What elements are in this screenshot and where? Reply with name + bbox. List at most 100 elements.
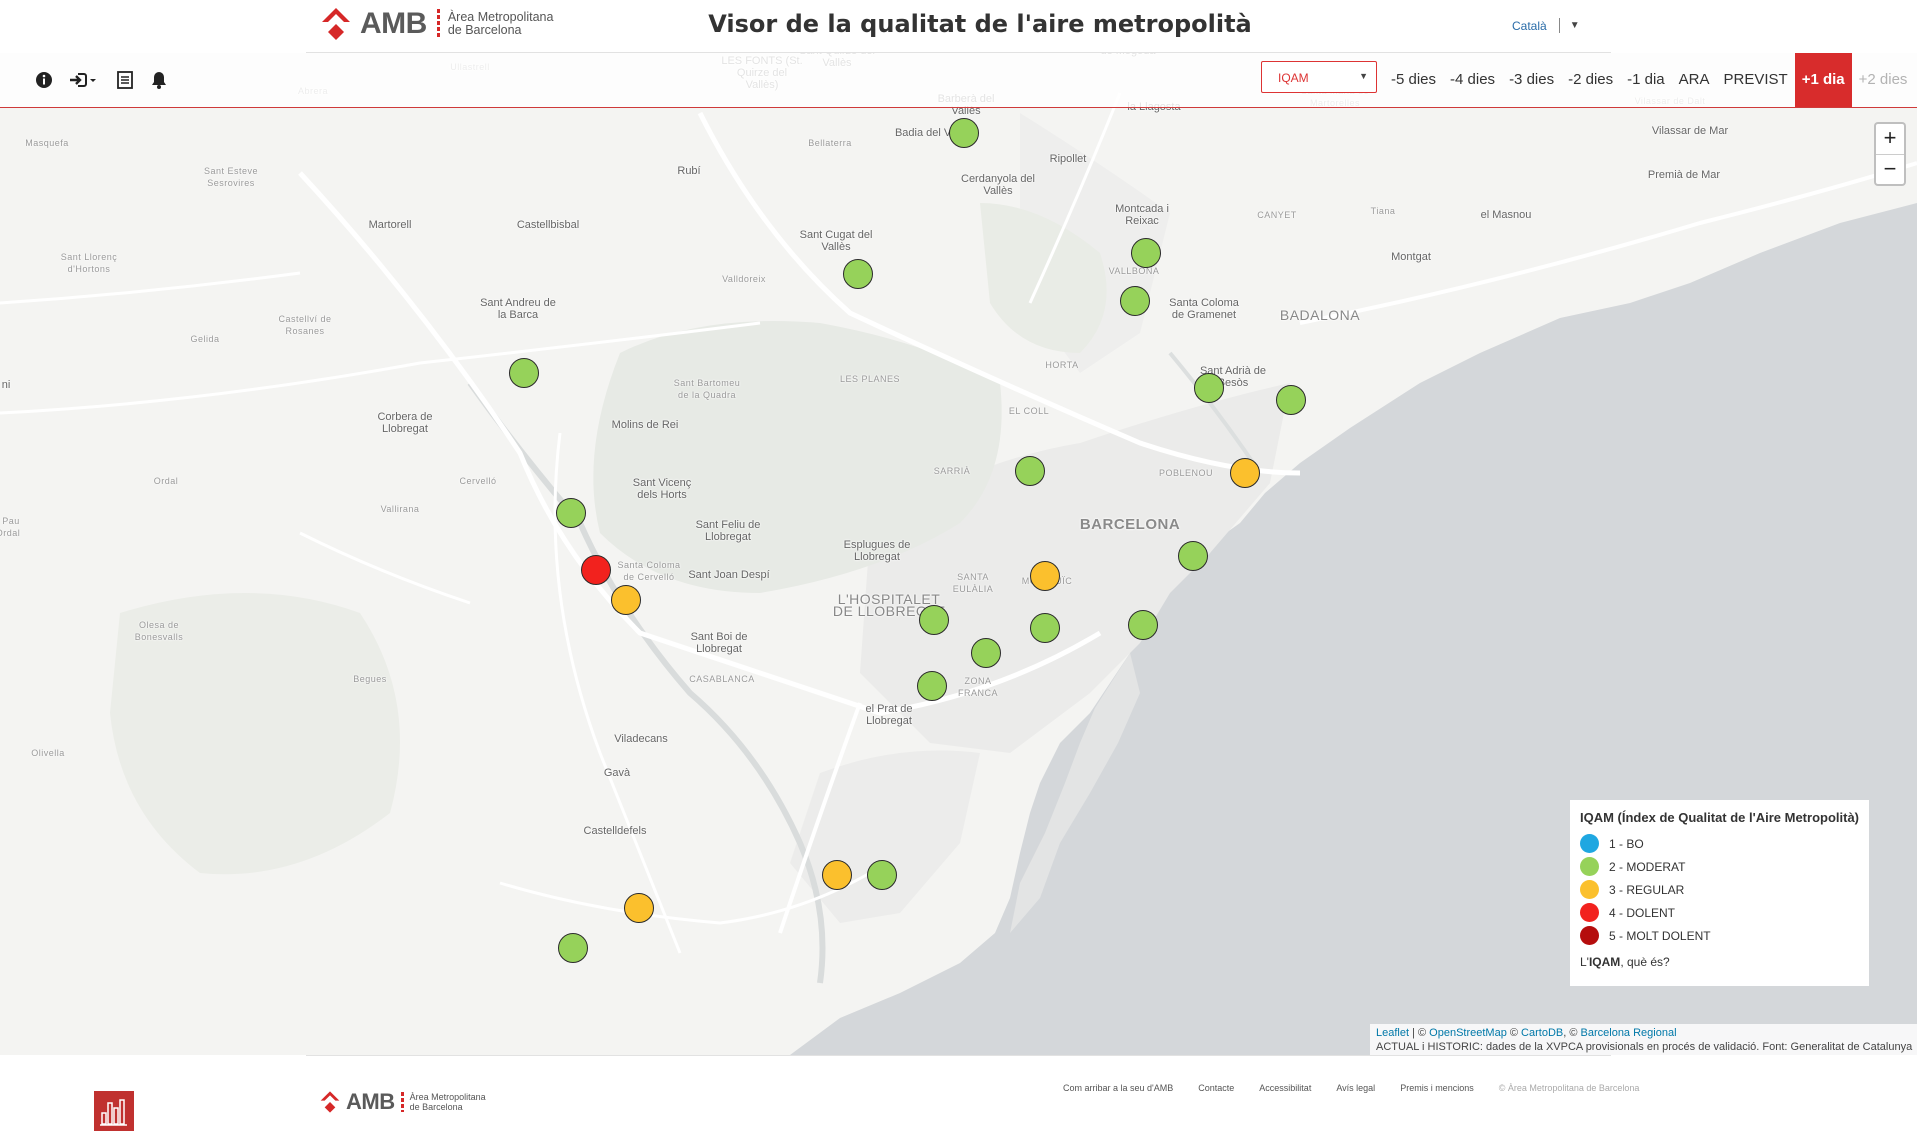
footer-divider [306, 1055, 1611, 1056]
footer-link[interactable]: Premis i mencions [1400, 1083, 1474, 1093]
station-marker[interactable] [843, 259, 873, 289]
legend-label: 2 - MODERAT [1609, 859, 1686, 874]
station-marker[interactable] [1131, 238, 1161, 268]
place-label: HORTA [1045, 360, 1079, 370]
place-label: Begues [353, 674, 387, 684]
login-icon[interactable] [68, 69, 98, 91]
bar-chart-icon[interactable] [94, 1091, 134, 1131]
station-marker[interactable] [1120, 286, 1150, 316]
station-marker[interactable] [624, 893, 654, 923]
footer: AMB Àrea Metropolitana de Barcelona Com … [0, 1055, 1917, 1131]
footer-link[interactable]: Avís legal [1336, 1083, 1375, 1093]
document-icon[interactable] [114, 69, 136, 91]
logo-word: AMB [346, 1089, 395, 1114]
index-select[interactable]: IQAM ▼ [1261, 61, 1377, 93]
footer-link[interactable]: Com arribar a la seu d'AMB [1063, 1083, 1173, 1093]
legend-link-bold: IQAM [1588, 955, 1621, 969]
footer-link[interactable]: Accessibilitat [1259, 1083, 1311, 1093]
place-label: Esplugues de Llobregat [843, 539, 911, 563]
bell-icon[interactable] [148, 69, 170, 91]
amb-logo[interactable]: AMB Àrea Metropolitana de Barcelona [318, 6, 553, 42]
station-marker[interactable] [556, 498, 586, 528]
day-tabs: -5 dies -4 dies -3 dies -2 dies -1 dia ARA PRE… [1384, 53, 1914, 107]
footer-link[interactable]: Contacte [1198, 1083, 1234, 1093]
station-marker[interactable] [1030, 613, 1060, 643]
barcelona-regional-link[interactable]: Barcelona Regional [1581, 1027, 1677, 1039]
station-marker[interactable] [558, 933, 588, 963]
place-label: Montcada i Reixac [1115, 203, 1169, 227]
place-label: Molins de Rei [611, 419, 679, 431]
place-label: Montgat [1391, 251, 1431, 263]
place-label: Vilassar de Mar [1651, 125, 1729, 137]
zoom-in-button[interactable]: + [1876, 124, 1904, 154]
language-label[interactable]: Català [1512, 19, 1547, 33]
station-marker[interactable] [1230, 458, 1260, 488]
day-tab[interactable]: -5 dies [1384, 53, 1443, 107]
legend-item: 1 - BO [1580, 832, 1859, 855]
place-label: Gavà [603, 767, 631, 779]
legend-label: 1 - BO [1609, 836, 1644, 851]
info-icon[interactable] [33, 69, 55, 91]
place-label: Castelldefels [583, 825, 647, 837]
station-marker[interactable] [971, 638, 1001, 668]
place-label: Viladecans [614, 733, 668, 745]
day-tab[interactable]: -4 dies [1443, 53, 1502, 107]
place-label: Tiana [1370, 206, 1396, 216]
openstreetmap-link[interactable]: OpenStreetMap [1429, 1027, 1507, 1039]
station-marker[interactable] [822, 860, 852, 890]
legend-label: 3 - REGULAR [1609, 882, 1685, 897]
legend-link-suffix: , què és? [1620, 955, 1670, 969]
place-label: Cervelló [459, 476, 497, 486]
station-marker[interactable] [1128, 610, 1158, 640]
station-marker[interactable] [949, 118, 979, 148]
station-marker[interactable] [917, 671, 947, 701]
day-tab[interactable]: -3 dies [1502, 53, 1561, 107]
place-label: Sant Boi de Llobregat [690, 631, 748, 655]
station-marker[interactable] [867, 860, 897, 890]
legend-item: 5 - MOLT DOLENT [1580, 924, 1859, 947]
place-label: CASABLANCA [689, 674, 755, 684]
station-marker[interactable] [581, 555, 611, 585]
station-marker[interactable] [1178, 541, 1208, 571]
logo-subtitle: Àrea Metropolitana de Barcelona [448, 11, 554, 37]
station-marker[interactable] [919, 605, 949, 635]
day-tab[interactable]: -1 dia [1620, 53, 1672, 107]
station-marker[interactable] [1030, 561, 1060, 591]
day-tab[interactable]: +1 dia [1794, 53, 1852, 107]
amb-logo-mark-icon [320, 1091, 340, 1113]
place-label: el Prat de Llobregat [865, 703, 913, 727]
iqam-info-link[interactable]: L'IQAM, què és? [1580, 955, 1859, 969]
legend-item: 3 - REGULAR [1580, 878, 1859, 901]
footer-links: Com arribar a la seu d'AMB Contacte Access… [1063, 1083, 1664, 1093]
legend-item: 2 - MODERAT [1580, 855, 1859, 878]
caret-down-icon[interactable]: ▼ [1570, 20, 1580, 31]
station-marker[interactable] [611, 585, 641, 615]
language-selector[interactable]: Català ▼ [1512, 18, 1580, 33]
legend-color-dot [1580, 857, 1599, 876]
station-marker[interactable] [1194, 373, 1224, 403]
place-label: Sant Cugat del Vallès [799, 229, 873, 253]
zoom-out-button[interactable]: − [1876, 154, 1904, 185]
legend-color-dot [1580, 926, 1599, 945]
logo-separator [400, 1092, 404, 1112]
cartodb-link[interactable]: CartoDB [1521, 1027, 1563, 1039]
header: AMB Àrea Metropolitana de Barcelona Viso… [0, 0, 1917, 53]
place-label: SANTA EULÀLIA [952, 572, 994, 594]
legend-title: IQAM (Índex de Qualitat de l'Aire Metrop… [1580, 810, 1860, 825]
place-label: Gelida [190, 334, 220, 344]
footer-amb-logo[interactable]: AMB Àrea Metropolitana de Barcelona [318, 1089, 486, 1115]
day-tab[interactable]: -2 dies [1561, 53, 1620, 107]
header-divider [306, 52, 1611, 53]
amb-logo-mark-icon [322, 8, 350, 40]
station-marker[interactable] [1015, 456, 1045, 486]
station-marker[interactable] [509, 358, 539, 388]
logo-sub-line2: de Barcelona [409, 1102, 463, 1112]
leaflet-link[interactable]: Leaflet [1376, 1027, 1409, 1039]
day-tab[interactable]: PREVIST [1717, 53, 1795, 107]
place-label: Castellbisbal [516, 219, 580, 231]
legend-label: 4 - DOLENT [1609, 905, 1676, 920]
day-tab[interactable]: ARA [1672, 53, 1717, 107]
place-label: POBLENOU [1158, 468, 1214, 478]
place-label: ni [1, 379, 11, 391]
station-marker[interactable] [1276, 385, 1306, 415]
